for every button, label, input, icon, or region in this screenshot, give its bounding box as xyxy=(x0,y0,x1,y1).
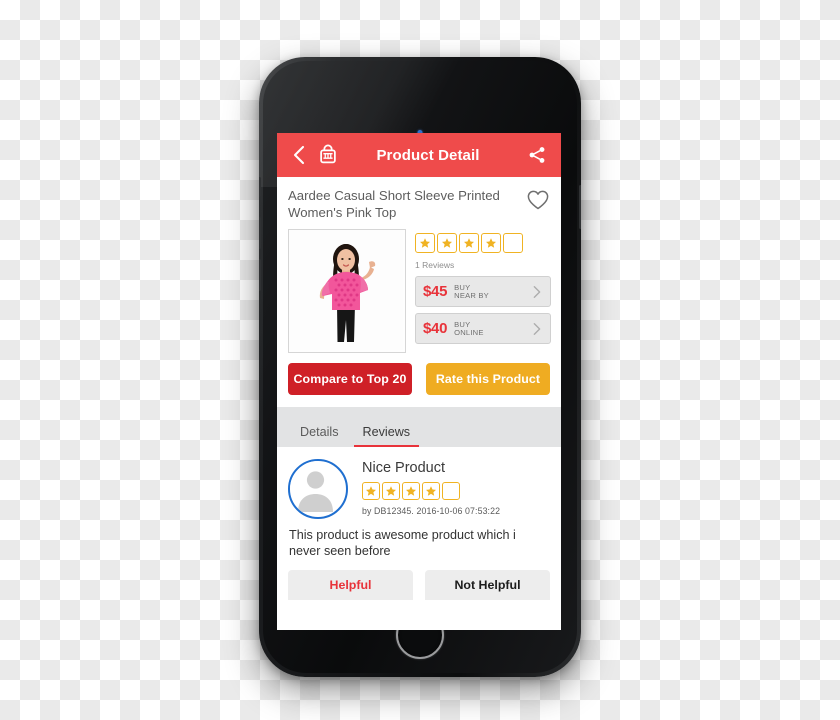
review-meta: by DB12345. 2016-10-06 07:53:22 xyxy=(362,506,501,517)
product-rating-stars[interactable] xyxy=(415,233,551,254)
chevron-right-icon xyxy=(533,285,541,298)
tab-reviews[interactable]: Reviews xyxy=(353,425,420,448)
volume-down-button[interactable] xyxy=(259,259,261,291)
product-image xyxy=(289,230,403,351)
star-5 xyxy=(442,482,460,501)
back-button[interactable] xyxy=(289,144,307,166)
user-avatar-icon xyxy=(290,461,341,513)
star-1[interactable] xyxy=(415,233,435,254)
buy-near-by-line2: NEAR BY xyxy=(454,290,489,300)
star-icon xyxy=(366,486,376,497)
chevron-right-icon xyxy=(533,322,541,335)
product-title-row: Aardee Casual Short Sleeve Printed Women… xyxy=(277,177,561,228)
review-header: Nice Product by DB12345. 2016-10-06 07:5… xyxy=(288,459,550,520)
buy-near-by-labels: BUY NEAR BY xyxy=(454,283,531,300)
favorite-button[interactable] xyxy=(525,188,551,212)
star-3[interactable] xyxy=(459,233,479,254)
star-icon xyxy=(486,238,496,249)
chevron-left-icon xyxy=(293,145,304,165)
star-icon xyxy=(406,486,416,497)
star-icon xyxy=(386,486,396,497)
star-4 xyxy=(422,482,440,501)
review-summary: Nice Product by DB12345. 2016-10-06 07:5… xyxy=(348,459,550,516)
star-2 xyxy=(382,482,400,501)
volume-up-button[interactable] xyxy=(259,217,261,249)
app-bar: Product Detail xyxy=(277,133,561,177)
rate-this-product-button[interactable]: Rate this Product xyxy=(426,363,550,396)
tab-bar: Details Reviews xyxy=(277,407,561,448)
tab-details[interactable]: Details xyxy=(291,425,348,447)
action-buttons: Compare to Top 20 Rate this Product xyxy=(277,353,561,408)
star-icon xyxy=(426,486,436,497)
star-1 xyxy=(362,482,380,501)
page-title: Product Detail xyxy=(376,146,480,164)
buy-online-button[interactable]: $40 BUY ONLINE xyxy=(415,313,551,345)
reviews-count: 1 Reviews xyxy=(415,260,455,271)
price-online: $40 xyxy=(423,320,448,338)
review-item: Nice Product by DB12345. 2016-10-06 07:5… xyxy=(277,447,561,600)
not-helpful-button[interactable]: Not Helpful xyxy=(425,569,550,600)
review-rating-stars xyxy=(362,482,550,501)
star-icon xyxy=(442,238,452,249)
buy-online-line2: ONLINE xyxy=(454,327,484,337)
star-3 xyxy=(402,482,420,501)
avatar xyxy=(288,459,348,520)
share-button[interactable] xyxy=(525,143,549,167)
star-icon xyxy=(464,238,474,249)
product-title: Aardee Casual Short Sleeve Printed Women… xyxy=(288,188,500,221)
silent-switch[interactable] xyxy=(259,177,261,197)
product-meta: 1 Reviews $45 BUY NEAR BY $40 BUY ONLINE xyxy=(406,229,551,353)
price-near-by: $45 xyxy=(423,283,448,301)
compare-to-top-20-button[interactable]: Compare to Top 20 xyxy=(288,363,412,396)
star-4[interactable] xyxy=(481,233,501,254)
helpful-button[interactable]: Helpful xyxy=(288,569,413,600)
product-photo[interactable] xyxy=(288,229,406,354)
buy-online-labels: BUY ONLINE xyxy=(454,320,531,337)
review-body: This product is awesome product which i … xyxy=(289,528,516,559)
heart-outline-icon xyxy=(527,190,549,210)
helpful-row: Helpful Not Helpful xyxy=(288,569,550,600)
share-icon xyxy=(529,147,545,163)
product-info-row: 1 Reviews $45 BUY NEAR BY $40 BUY ONLINE xyxy=(277,227,561,354)
phone-screen: Product Detail Aardee Casual Short Sleev… xyxy=(277,133,561,630)
power-button[interactable] xyxy=(579,185,581,229)
star-5[interactable] xyxy=(503,233,523,254)
review-title: Nice Product xyxy=(362,460,446,477)
buy-near-by-button[interactable]: $45 BUY NEAR BY xyxy=(415,276,551,308)
star-icon xyxy=(420,238,430,249)
star-2[interactable] xyxy=(437,233,457,254)
